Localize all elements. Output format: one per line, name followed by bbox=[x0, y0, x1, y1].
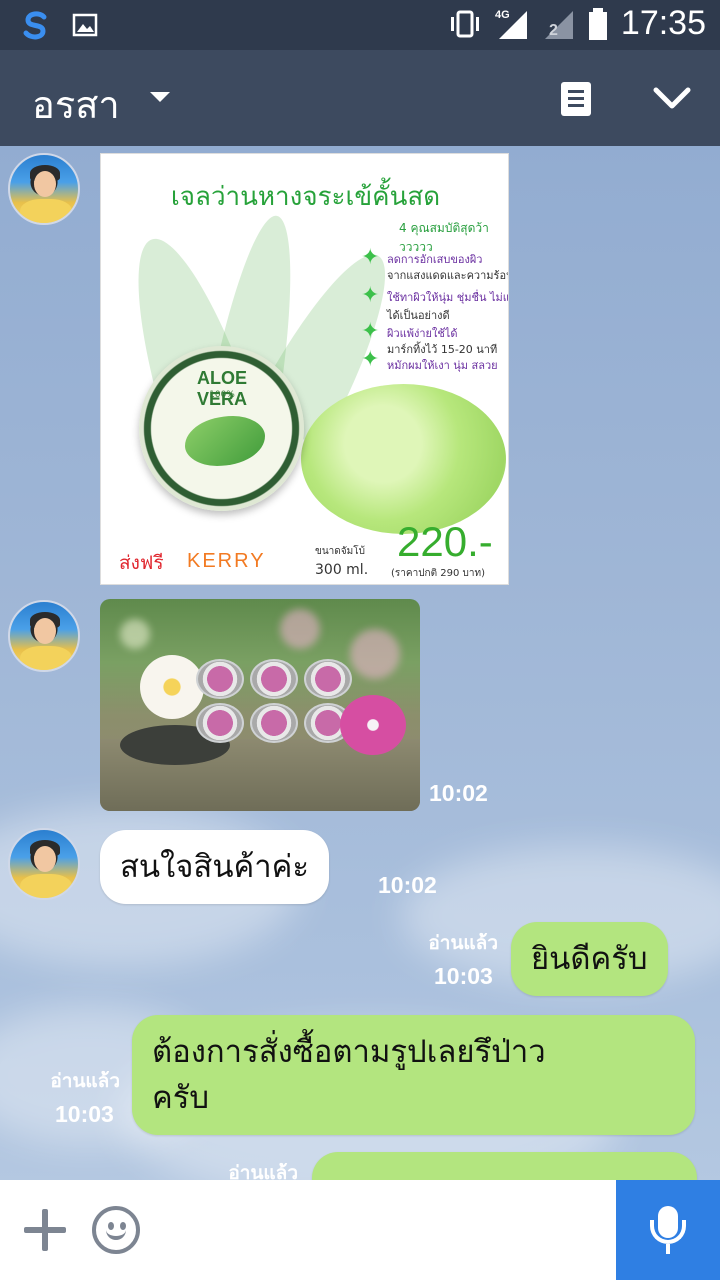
feature-text: หมักผมให้เงา นุ่ม สลวย bbox=[387, 359, 498, 372]
sparkle-icon: ✦ bbox=[361, 245, 380, 270]
feature-text: ลดการอักเสบของผิว bbox=[387, 253, 483, 266]
status-clock: 17:35 bbox=[620, 4, 706, 42]
vibrate-icon bbox=[450, 10, 479, 37]
sender-avatar[interactable] bbox=[8, 153, 80, 225]
sparkle-icon: ✦ bbox=[361, 347, 380, 372]
promo-image[interactable]: เจลว่านหางจระเข้คั้นสด 4 คุณสมบัติสุดว้า… bbox=[100, 153, 509, 585]
jar-percent: 100% bbox=[209, 390, 235, 400]
notes-icon[interactable] bbox=[561, 82, 591, 116]
gallery-icon bbox=[72, 13, 98, 37]
plus-icon[interactable] bbox=[0, 1180, 80, 1280]
sender-avatar[interactable] bbox=[8, 828, 80, 900]
dropdown-caret-icon[interactable] bbox=[150, 92, 170, 102]
battery-icon bbox=[588, 7, 607, 40]
sparkle-icon: ✦ bbox=[361, 319, 380, 344]
free-shipping: ส่งฟรี bbox=[119, 552, 164, 574]
message-text: ครับ bbox=[152, 1080, 210, 1116]
message-bubble[interactable]: สนใจสินค้าค่ะ bbox=[100, 830, 330, 904]
input-bar bbox=[0, 1180, 720, 1280]
sparkle-icon: ✦ bbox=[361, 283, 380, 308]
message-time: 10:02 bbox=[429, 780, 488, 806]
chat-title[interactable]: อรสา bbox=[32, 74, 120, 135]
product-photo[interactable] bbox=[100, 599, 420, 811]
read-receipt: อ่านแล้ว bbox=[428, 932, 498, 954]
message-text: สนใจสินค้าค่ะ bbox=[120, 849, 310, 885]
courier-logo: KERRY bbox=[187, 550, 266, 572]
message-time: 10:02 bbox=[378, 872, 437, 898]
message-time: 10:03 bbox=[434, 963, 493, 989]
pink-flower bbox=[340, 695, 406, 755]
status-left bbox=[18, 8, 98, 42]
feature-text: จากแสงแดดและความร้อน bbox=[387, 269, 509, 282]
network-type: 4G bbox=[495, 9, 510, 21]
read-receipt: อ่านแล้ว bbox=[50, 1070, 120, 1092]
microphone-button[interactable] bbox=[616, 1180, 720, 1280]
message-time: 10:03 bbox=[55, 1101, 114, 1127]
status-right: 4G 2 17:35 bbox=[447, 4, 706, 43]
price-note: (ราคาปกติ 290 บาท) bbox=[391, 568, 485, 579]
size-value: 300 ml. bbox=[315, 562, 369, 578]
sim-signal-icon: 2 bbox=[544, 10, 573, 39]
message-text: ต้องการสั่งซื้อตามรูปเลยรึป่าว bbox=[152, 1034, 546, 1070]
gel-image bbox=[301, 384, 506, 534]
price: 220.- bbox=[397, 518, 493, 565]
signal-icon: 4G bbox=[495, 9, 527, 39]
size-label: ขนาดจัมโบ้ bbox=[315, 546, 365, 557]
s-app-icon bbox=[23, 11, 47, 40]
message-bubble[interactable]: ต้องการสั่งซื้อตามรูปเลยรึป่าว ครับ bbox=[132, 1015, 695, 1135]
status-bar: 4G 2 17:35 bbox=[0, 0, 720, 50]
sender-avatar[interactable] bbox=[8, 600, 80, 672]
frangipani-flower bbox=[140, 655, 204, 719]
feature-text: ใช้ทาผิวให้นุ่ม ชุ่มชื่น ไม่แห้ง bbox=[387, 291, 509, 304]
feature-text: ผิวแพ้ง่ายใช้ได้ bbox=[387, 327, 458, 340]
svg-text:2: 2 bbox=[549, 22, 558, 39]
feature-text: มาร์กทิ้งไว้ 15-20 นาที bbox=[387, 343, 498, 356]
chat-header: อรสา bbox=[0, 50, 720, 146]
chevron-down-icon[interactable] bbox=[652, 80, 692, 116]
promo-title: เจลว่านหางจระเข้คั้นสด bbox=[170, 182, 441, 212]
message-bubble[interactable]: ยินดีครับ bbox=[511, 922, 668, 996]
feature-text: ได้เป็นอย่างดี bbox=[387, 309, 450, 322]
jar-brand: ALOE VERA bbox=[196, 368, 247, 409]
emoji-icon[interactable] bbox=[92, 1206, 140, 1254]
message-text: ยินดีครับ bbox=[531, 941, 648, 977]
